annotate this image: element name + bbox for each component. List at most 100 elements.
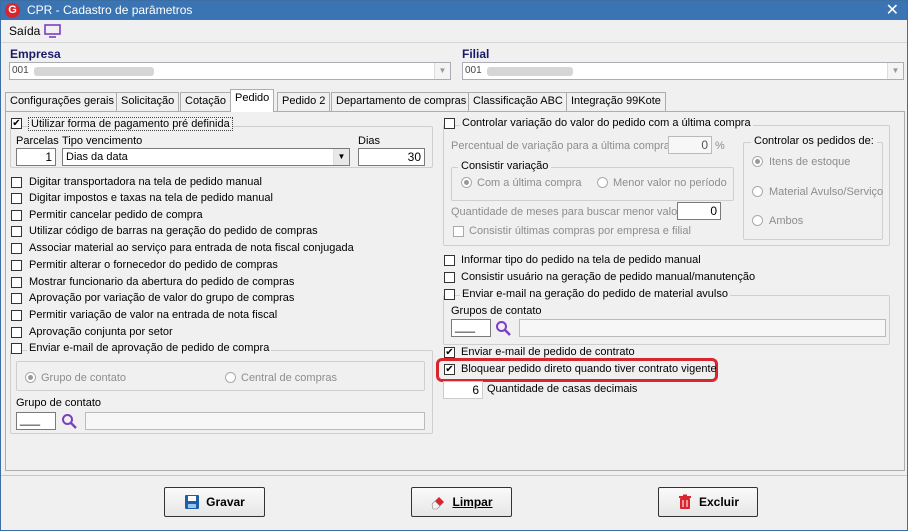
grupo-contato-desc [85, 412, 425, 430]
filial-label: Filial [462, 47, 490, 61]
eraser-icon [432, 497, 445, 510]
option-label: Aprovação por variação de valor do grupo… [29, 292, 295, 304]
close-icon[interactable]: ✕ [886, 0, 899, 20]
empresa-code: 001 [12, 65, 29, 76]
bloquear-checkbox[interactable]: ✔ [444, 364, 455, 375]
gravar-button[interactable]: Gravar [164, 487, 265, 517]
option-checkbox[interactable] [11, 293, 22, 304]
email-avulso-label: Enviar e-mail na geração do pedido de ma… [460, 288, 730, 300]
radio-ambos[interactable] [752, 215, 763, 226]
variacao-checkbox[interactable] [444, 118, 455, 129]
limpar-button[interactable]: Limpar [411, 487, 512, 517]
option-checkbox[interactable] [11, 226, 22, 237]
trash-icon [678, 494, 691, 509]
radio-ultima-compra[interactable] [461, 177, 472, 188]
option-checkbox[interactable] [11, 310, 22, 321]
parcelas-input[interactable]: 1 [16, 148, 56, 166]
email-contrato-checkbox[interactable]: ✔ [444, 347, 455, 358]
pagamento-label: Utilizar forma de pagamento pré definida [28, 117, 233, 131]
controlar-pedidos-label: Controlar os pedidos de: [751, 135, 877, 147]
excluir-button[interactable]: Excluir [658, 487, 758, 517]
email-avulso-checkbox[interactable] [444, 289, 455, 300]
tab-classificacao-abc[interactable]: Classificação ABC [468, 92, 568, 111]
grupos-contato-input[interactable]: ___ [451, 319, 491, 337]
casas-decimais-label: Quantidade de casas decimais [487, 383, 638, 395]
grupos-contato-desc [519, 319, 886, 337]
tab-pedido-2[interactable]: Pedido 2 [277, 92, 331, 111]
casas-decimais-input[interactable]: 6 [443, 381, 483, 399]
window-title: CPR - Cadastro de parâmetros [27, 3, 193, 17]
informar-tipo-checkbox[interactable] [444, 255, 455, 266]
divider [1, 42, 907, 43]
radio-central-compras[interactable] [225, 372, 236, 383]
option-label: Permitir alterar o fornecedor do pedido … [29, 259, 278, 271]
radio-ambos-label: Ambos [769, 215, 804, 227]
tab-integracao-99kote[interactable]: Integração 99Kote [566, 92, 666, 111]
pagamento-checkbox[interactable]: ✔ [11, 118, 22, 129]
option-checkbox[interactable] [11, 210, 22, 221]
parcelas-label: Parcelas [16, 135, 59, 147]
filial-name-blurred [487, 67, 573, 76]
consistir-empresa-label: Consistir últimas compras por empresa e … [469, 225, 691, 237]
email-aprovacao-label: Enviar e-mail de aprovação de pedido de … [27, 342, 272, 354]
variacao-label: Controlar variação do valor do pedido co… [460, 117, 753, 129]
filial-select[interactable]: 001 ▼ [462, 62, 904, 80]
grupo-contato-label: Grupo de contato [16, 397, 102, 409]
grupo-contato-input[interactable]: ___ [16, 412, 56, 430]
email-aprovacao-checkbox[interactable] [11, 343, 22, 354]
consistir-empresa-checkbox[interactable] [453, 226, 464, 237]
tab-solicitacao[interactable]: Solicitação [116, 92, 180, 111]
chevron-down-icon[interactable]: ▼ [434, 63, 450, 79]
tab-configuracoes-gerais[interactable]: Configurações gerais [5, 92, 119, 111]
chevron-down-icon[interactable]: ▼ [333, 149, 349, 165]
chevron-down-icon[interactable]: ▼ [887, 63, 903, 79]
tipo-vencimento-label: Tipo vencimento [62, 135, 143, 147]
radio-ultima-compra-label: Com a última compra [477, 177, 582, 189]
tab-pedido[interactable]: Pedido [230, 89, 275, 112]
dias-input[interactable]: 30 [358, 148, 425, 166]
option-label: Mostrar funcionario da abertura do pedid… [29, 276, 295, 288]
monitor-icon[interactable] [44, 24, 61, 38]
main-window: G CPR - Cadastro de parâmetros ✕ Saída E… [0, 0, 908, 531]
radio-menor-valor-label: Menor valor no período [613, 177, 727, 189]
percentual-input[interactable]: 0 [668, 136, 712, 154]
tipo-vencimento-select[interactable]: Dias da data ▼ [62, 148, 350, 166]
meses-input[interactable]: 0 [677, 202, 721, 220]
bloquear-label: Bloquear pedido direto quando tiver cont… [461, 363, 717, 375]
empresa-select[interactable]: 001 ▼ [9, 62, 451, 80]
limpar-label: Limpar [452, 495, 493, 509]
radio-grupo-contato-label: Grupo de contato [41, 372, 127, 384]
consistir-usuario-checkbox[interactable] [444, 272, 455, 283]
option-checkbox[interactable] [11, 260, 22, 271]
option-label: Permitir variação de valor na entrada de… [29, 309, 278, 321]
option-checkbox[interactable] [11, 193, 22, 204]
radio-material-avulso[interactable] [752, 186, 763, 197]
radio-grupo-contato[interactable] [25, 372, 36, 383]
empresa-name-blurred [34, 67, 154, 76]
title-bar: G CPR - Cadastro de parâmetros ✕ [1, 1, 907, 20]
filial-code: 001 [465, 65, 482, 76]
gravar-label: Gravar [206, 495, 245, 509]
radio-itens-estoque[interactable] [752, 156, 763, 167]
excluir-label: Excluir [698, 495, 740, 509]
option-checkbox[interactable] [11, 277, 22, 288]
menu-saida[interactable]: Saída [9, 24, 40, 38]
radio-menor-valor[interactable] [597, 177, 608, 188]
app-logo-icon: G [5, 3, 20, 18]
empresa-label: Empresa [10, 47, 61, 61]
tab-cotacao[interactable]: Cotação [180, 92, 231, 111]
informar-tipo-label: Informar tipo do pedido na tela de pedid… [461, 254, 701, 266]
divider [1, 475, 907, 476]
option-checkbox[interactable] [11, 327, 22, 338]
option-label: Permitir cancelar pedido de compra [29, 209, 203, 221]
search-icon[interactable] [61, 413, 77, 429]
consistir-variacao-label: Consistir variação [458, 160, 552, 172]
search-icon[interactable] [495, 320, 511, 336]
percent-sign: % [715, 140, 725, 152]
option-checkbox[interactable] [11, 243, 22, 254]
option-label: Digitar impostos e taxas na tela de pedi… [29, 192, 273, 204]
tab-departamento-de-compras[interactable]: Departamento de compras [331, 92, 472, 111]
email-contrato-label: Enviar e-mail de pedido de contrato [461, 346, 635, 358]
option-label: Aprovação conjunta por setor [29, 326, 173, 338]
option-checkbox[interactable] [11, 177, 22, 188]
